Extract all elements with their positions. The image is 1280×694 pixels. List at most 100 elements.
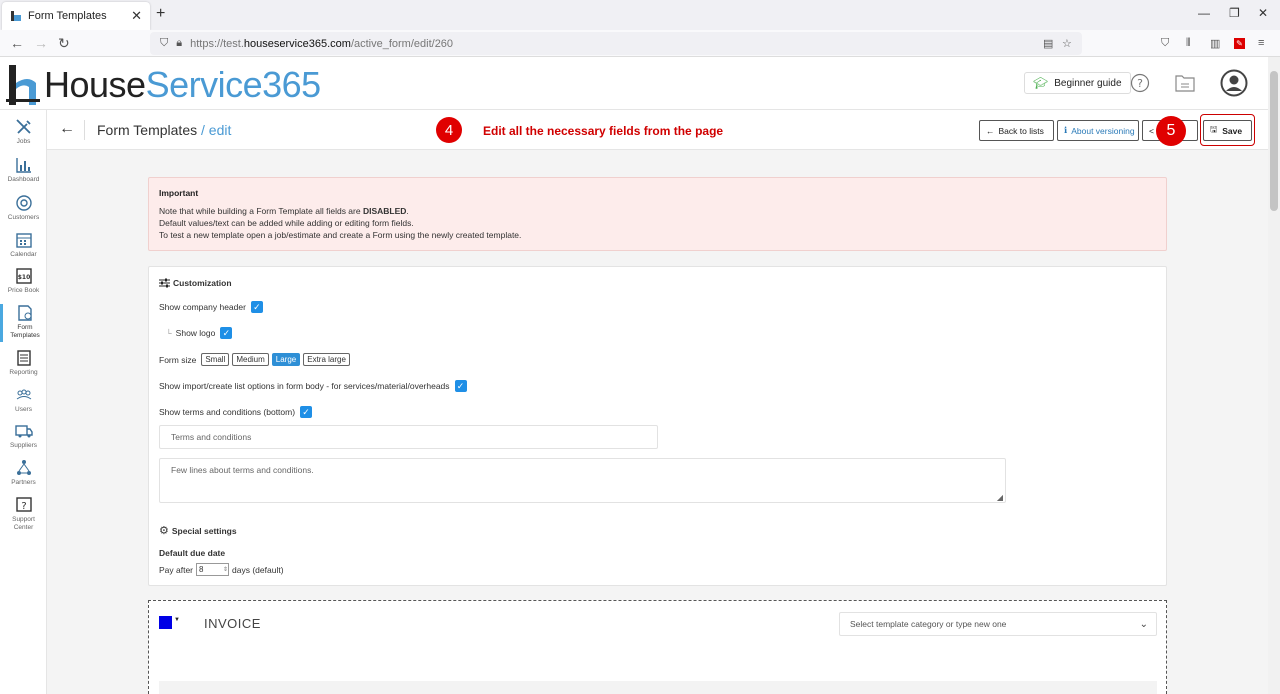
back-icon[interactable]: ← xyxy=(10,35,24,51)
back-to-lists-button[interactable]: ← Back to lists xyxy=(979,120,1054,141)
svg-text:?: ? xyxy=(1137,77,1143,90)
user-avatar-icon[interactable] xyxy=(1220,69,1248,97)
report-icon xyxy=(16,350,31,366)
target-icon xyxy=(15,195,32,211)
show-terms-checkbox[interactable]: ✓ xyxy=(300,406,313,418)
menu-icon[interactable]: ≡ xyxy=(1258,37,1264,49)
size-large-button[interactable]: Large xyxy=(271,353,301,366)
url-bar[interactable]: ⛉ 🔒︎ https://test.houseservice365.com/ac… xyxy=(150,32,1082,55)
window-close-icon[interactable]: ✕ xyxy=(1258,6,1268,20)
about-versioning-button[interactable]: ℹ About versioning xyxy=(1057,120,1139,141)
tree-branch-icon: └ xyxy=(166,328,172,338)
gear-icon: ⚙ xyxy=(159,525,169,537)
chart-icon xyxy=(15,158,31,173)
sidebar-item-reporting[interactable]: Reporting xyxy=(0,349,47,377)
step-5-marker: 5 xyxy=(1156,116,1186,146)
alert-line-3: To test a new template open a job/estima… xyxy=(159,230,522,240)
spinner-icon[interactable]: ⇕ xyxy=(223,566,228,573)
resize-handle-icon[interactable]: ◢ xyxy=(997,493,1003,502)
browser-tab-bar: Form Templates ✕ + — ❐ ✕ xyxy=(0,0,1280,30)
alert-line-1: Note that while building a Form Template… xyxy=(159,206,409,216)
sidebar-item-partners[interactable]: Partners xyxy=(0,459,47,487)
sidebar-item-calendar[interactable]: Calendar xyxy=(0,231,47,259)
url-text: https://test.houseservice365.com/active_… xyxy=(190,37,454,50)
tools-icon xyxy=(15,119,31,134)
template-category-select[interactable]: Select template category or type new one… xyxy=(839,612,1157,636)
new-tab-button[interactable]: + xyxy=(156,5,165,23)
step-4-marker: 4 xyxy=(436,117,462,143)
info-icon: ℹ xyxy=(1064,125,1068,135)
size-extra-large-button[interactable]: Extra large xyxy=(303,353,350,366)
save-button[interactable]: 🖫︎ Save xyxy=(1203,120,1252,141)
beginner-guide-button[interactable]: 🎓︎ Beginner guide xyxy=(1024,72,1131,94)
important-alert: Important Note that while building a For… xyxy=(148,177,1167,251)
sidebar-toggle-icon[interactable]: ▥ xyxy=(1210,37,1220,50)
truck-icon xyxy=(14,425,33,438)
pay-after-row: Pay after 8 ⇕ days (default) xyxy=(159,563,284,576)
scrollbar-thumb[interactable] xyxy=(1270,71,1278,211)
calendar-icon xyxy=(15,233,32,248)
restore-icon[interactable]: ❐ xyxy=(1229,6,1240,20)
app-header: HouseService365 🎓︎ Beginner guide ? xyxy=(0,57,1268,110)
invoice-template-area: ▼ INVOICE Select template category or ty… xyxy=(148,600,1167,694)
bookmark-star-icon[interactable]: ☆ xyxy=(1062,37,1072,50)
network-icon xyxy=(16,460,31,475)
special-settings-heading: ⚙ Special settings xyxy=(159,525,237,537)
logo[interactable]: HouseService365 xyxy=(6,64,321,106)
breadcrumb-edit[interactable]: / edit xyxy=(201,122,231,138)
page-title: Form Templates / edit xyxy=(97,122,232,138)
close-tab-icon[interactable]: ✕ xyxy=(131,8,142,24)
browser-nav-bar: ← → ↻ ⛉ 🔒︎ https://test.houseservice365.… xyxy=(0,30,1280,57)
sidebar-item-jobs[interactable]: Jobs xyxy=(0,118,47,146)
favicon-icon xyxy=(11,11,21,21)
invoice-title[interactable]: INVOICE xyxy=(204,616,261,631)
users-icon xyxy=(16,389,31,400)
lock-icon: 🔒︎ xyxy=(176,37,183,49)
extension-icon[interactable]: ✎ xyxy=(1234,38,1245,49)
size-small-button[interactable]: Small xyxy=(201,353,230,366)
logo-text: HouseService365 xyxy=(44,64,321,105)
sidebar-item-suppliers[interactable]: Suppliers xyxy=(0,422,47,450)
customization-heading: Customization xyxy=(159,278,232,288)
reader-view-icon[interactable]: ▤ xyxy=(1043,37,1053,50)
form-icon xyxy=(18,305,32,321)
minimize-icon[interactable]: — xyxy=(1198,6,1210,20)
page-toolbar: ← Form Templates / edit 4 Edit all the n… xyxy=(47,110,1268,150)
sidebar-item-price-book[interactable]: $10 Price Book xyxy=(0,267,47,295)
sidebar-item-users[interactable]: Users xyxy=(0,386,47,414)
show-logo-row: └ Show logo ✓ xyxy=(166,327,233,339)
terms-body-textarea[interactable]: Few lines about terms and conditions. ◢ xyxy=(159,458,1006,503)
show-import-checkbox[interactable]: ✓ xyxy=(454,380,467,392)
sidebar-item-dashboard[interactable]: Dashboard xyxy=(0,156,47,184)
sidebar-item-form-templates[interactable]: Form Templates xyxy=(0,304,47,342)
library-icon[interactable]: ⫴ xyxy=(1186,37,1191,50)
back-arrow-icon[interactable]: ← xyxy=(59,120,75,138)
show-logo-checkbox[interactable]: ✓ xyxy=(220,327,233,339)
form-size-row: Form size Small Medium Large Extra large xyxy=(159,353,350,366)
floppy-disk-icon: 🖫︎ xyxy=(1210,123,1218,134)
terms-title-input[interactable]: Terms and conditions xyxy=(159,425,658,449)
sidebar-item-support-center[interactable]: ? Support Center xyxy=(0,496,47,532)
forward-icon[interactable]: → xyxy=(34,35,48,51)
days-input[interactable]: 8 ⇕ xyxy=(196,563,230,576)
folder-icon[interactable] xyxy=(1175,74,1195,92)
help-icon[interactable]: ? xyxy=(1130,73,1150,93)
step-4-instruction: Edit all the necessary fields from the p… xyxy=(483,124,724,138)
arrow-left-small-icon: < xyxy=(1149,125,1154,136)
pocket-icon[interactable]: ⛉ xyxy=(1161,37,1169,50)
sidebar-item-customers[interactable]: Customers xyxy=(0,194,47,222)
color-picker-swatch[interactable] xyxy=(159,616,172,629)
size-medium-button[interactable]: Medium xyxy=(232,353,269,366)
arrow-left-icon: ← xyxy=(986,125,995,136)
sliders-icon xyxy=(159,278,170,288)
show-company-header-checkbox[interactable]: ✓ xyxy=(250,301,263,313)
invoice-body xyxy=(159,681,1157,694)
caret-down-icon[interactable]: ▼ xyxy=(174,617,180,623)
alert-line-2: Default values/text can be added while a… xyxy=(159,218,414,228)
reload-icon[interactable]: ↻ xyxy=(58,35,70,52)
browser-tab-title: Form Templates xyxy=(28,10,107,22)
price-tag-icon: $10 xyxy=(15,268,32,284)
page-scrollbar[interactable] xyxy=(1268,57,1280,694)
chevron-down-icon: ⌄ xyxy=(1139,619,1148,630)
browser-tab[interactable]: Form Templates ✕ xyxy=(2,2,150,30)
